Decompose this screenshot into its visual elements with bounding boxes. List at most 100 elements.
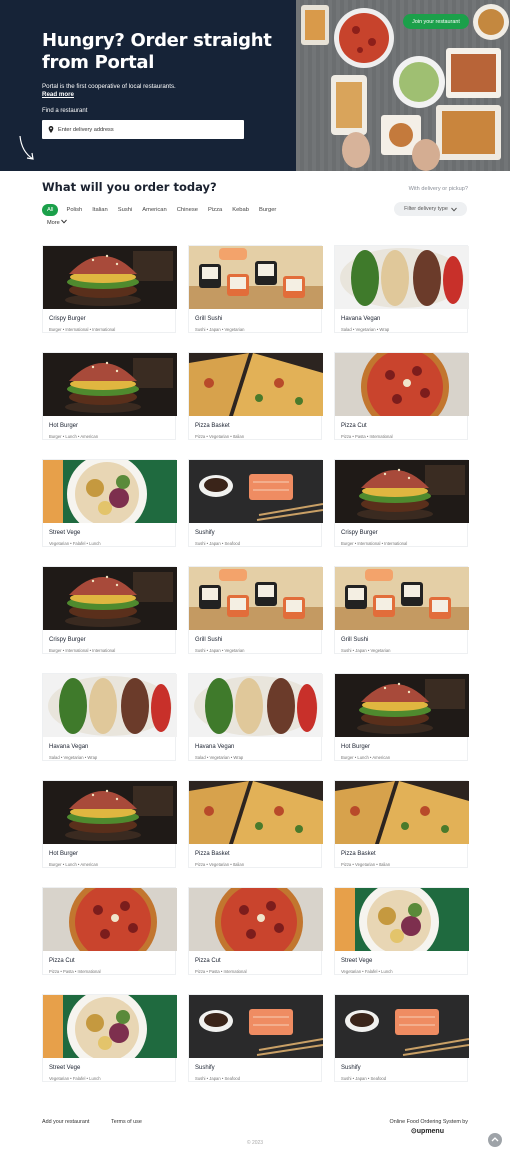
restaurant-name: Pizza Cut [49, 958, 75, 964]
restaurant-card[interactable]: Crispy Burger Burger • International • In… [42, 245, 177, 333]
filter-chip-all[interactable]: All [42, 204, 59, 216]
restaurant-card[interactable]: Pizza Basket Pizza • Vegetarian • Italian [188, 352, 323, 440]
copyright: © 2023 [246, 1140, 264, 1146]
salmon-photo [189, 460, 323, 523]
restaurant-card[interactable]: Street Vege Vegetarian • Falafel • Lunch [334, 887, 469, 975]
filter-delivery-type-button[interactable]: Filter delivery type [394, 202, 467, 216]
filter-chip-sushi[interactable]: Sushi [118, 207, 133, 213]
scroll-top-icon [491, 1137, 499, 1142]
salmon-photo [335, 995, 469, 1058]
terms-link[interactable]: Terms of use [111, 1119, 142, 1125]
restaurant-tags: Pizza • Vegetarian • Italian [195, 434, 245, 439]
restaurant-tags: Sushi • Japan • Vegetarian [341, 648, 391, 653]
section-title: What will you order today? [42, 180, 217, 194]
restaurant-card[interactable]: Grill Sushi Sushi • Japan • Vegetarian [188, 245, 323, 333]
restaurant-card[interactable]: Crispy Burger Burger • International • In… [334, 459, 469, 547]
chevron-down-icon [61, 219, 68, 224]
restaurant-card[interactable]: Pizza Basket Pizza • Vegetarian • Italian [188, 780, 323, 868]
address-placeholder: Enter delivery address [58, 126, 114, 133]
restaurant-tags: Sushi • Japan • Vegetarian [195, 648, 245, 653]
scroll-top-button[interactable] [488, 1133, 502, 1147]
restaurant-card[interactable]: Sushify Sushi • Japan • Seafood [188, 459, 323, 547]
filter-chip-pizza[interactable]: Pizza [208, 207, 222, 213]
filter-chip-polish[interactable]: Polish [66, 207, 82, 213]
filter-chip-american[interactable]: American [142, 207, 166, 213]
bowl-photo [43, 460, 177, 523]
restaurant-name: Sushify [195, 530, 215, 536]
hero-title: Hungry? Order straight from Portal [42, 30, 272, 73]
restaurant-name: Street Vege [49, 1065, 81, 1071]
hero-subtitle: Portal is the first cooperative of local… [42, 83, 176, 90]
restaurant-tags: Salad • Vegetarian • Wrap [49, 755, 98, 760]
restaurant-card[interactable]: Street Vege Vegetarian • Falafel • Lunch [42, 994, 177, 1082]
restaurant-name: Pizza Basket [195, 423, 230, 429]
restaurant-card[interactable]: Grill Sushi Sushi • Japan • Vegetarian [334, 566, 469, 654]
restaurant-card[interactable]: Pizza Cut Pizza • Pasta • International [334, 352, 469, 440]
powered-by-text: Online Food Ordering System by [389, 1119, 469, 1125]
restaurant-name: Pizza Cut [341, 423, 367, 429]
restaurant-card[interactable]: Sushify Sushi • Japan • Seafood [188, 994, 323, 1082]
vegan-photo [335, 246, 469, 309]
restaurant-name: Havana Vegan [195, 744, 235, 750]
restaurant-name: Street Vege [341, 958, 373, 964]
bowl-photo [43, 995, 177, 1058]
restaurant-card[interactable]: Pizza Cut Pizza • Pasta • International [188, 887, 323, 975]
filter-chip-chinese[interactable]: Chinese [177, 207, 198, 213]
restaurant-tags: Pizza • Vegetarian • Italian [341, 862, 391, 867]
delivery-address-input[interactable]: Enter delivery address [42, 120, 244, 139]
add-restaurant-link[interactable]: Add your restaurant [42, 1119, 89, 1125]
pizza-slices-photo [335, 781, 469, 844]
sushi-photo [335, 567, 469, 630]
more-label: More [47, 220, 60, 226]
pizza-slices-photo [189, 353, 323, 416]
restaurant-name: Crispy Burger [49, 637, 86, 643]
restaurant-card[interactable]: Pizza Cut Pizza • Pasta • International [42, 887, 177, 975]
restaurant-tags: Salad • Vegetarian • Wrap [195, 755, 244, 760]
restaurant-tags: Pizza • Pasta • International [49, 969, 101, 974]
chevron-down-icon [451, 207, 457, 212]
restaurant-name: Sushify [195, 1065, 215, 1071]
burger-photo [43, 246, 177, 309]
restaurant-card[interactable]: Street Vege Vegetarian • Falafel • Lunch [42, 459, 177, 547]
restaurant-name: Grill Sushi [195, 637, 223, 643]
delivery-pickup-link[interactable]: With delivery or pickup? [409, 186, 468, 192]
restaurant-name: Pizza Cut [195, 958, 221, 964]
join-restaurant-button[interactable]: Join your restaurant [403, 14, 469, 29]
restaurant-name: Grill Sushi [341, 637, 369, 643]
read-more-link[interactable]: Read more [42, 91, 74, 98]
burger-photo [43, 781, 177, 844]
restaurant-tags: Burger • Lunch • American [49, 434, 99, 439]
restaurant-name: Pizza Basket [341, 851, 376, 857]
filter-delivery-label: Filter delivery type [404, 206, 448, 212]
restaurant-tags: Pizza • Vegetarian • Italian [195, 862, 245, 867]
restaurant-card[interactable]: Hot Burger Burger • Lunch • American [42, 780, 177, 868]
restaurant-tags: Pizza • Pasta • International [341, 434, 393, 439]
restaurant-name: Grill Sushi [195, 316, 223, 322]
restaurant-card[interactable]: Havana Vegan Salad • Vegetarian • Wrap [42, 673, 177, 761]
restaurant-card[interactable]: Pizza Basket Pizza • Vegetarian • Italian [334, 780, 469, 868]
vegan-photo [43, 674, 177, 737]
restaurant-card[interactable]: Crispy Burger Burger • International • In… [42, 566, 177, 654]
vegan-photo [189, 674, 323, 737]
more-categories-button[interactable]: More [47, 219, 68, 226]
restaurant-card[interactable]: Havana Vegan Salad • Vegetarian • Wrap [334, 245, 469, 333]
restaurant-tags: Sushi • Japan • Seafood [341, 1076, 387, 1081]
filter-chip-burger[interactable]: Burger [259, 207, 276, 213]
restaurant-card[interactable]: Grill Sushi Sushi • Japan • Vegetarian [188, 566, 323, 654]
restaurant-name: Havana Vegan [341, 316, 381, 322]
restaurant-card[interactable]: Hot Burger Burger • Lunch • American [42, 352, 177, 440]
restaurant-tags: Salad • Vegetarian • Wrap [341, 327, 390, 332]
restaurant-tags: Burger • Lunch • American [341, 755, 391, 760]
restaurant-tags: Burger • International • International [341, 541, 408, 546]
upmenu-brand: upmenu [416, 1128, 444, 1135]
restaurant-tags: Burger • Lunch • American [49, 862, 99, 867]
restaurant-card[interactable]: Sushify Sushi • Japan • Seafood [334, 994, 469, 1082]
restaurant-tags: Sushi • Japan • Seafood [195, 1076, 241, 1081]
filter-chip-kebab[interactable]: Kebab [232, 207, 249, 213]
restaurant-name: Crispy Burger [49, 316, 86, 322]
restaurant-name: Hot Burger [49, 851, 79, 857]
upmenu-logo[interactable]: ⊙upmenu [411, 1127, 444, 1135]
restaurant-card[interactable]: Havana Vegan Salad • Vegetarian • Wrap [188, 673, 323, 761]
filter-chip-italian[interactable]: Italian [92, 207, 107, 213]
restaurant-card[interactable]: Hot Burger Burger • Lunch • American [334, 673, 469, 761]
